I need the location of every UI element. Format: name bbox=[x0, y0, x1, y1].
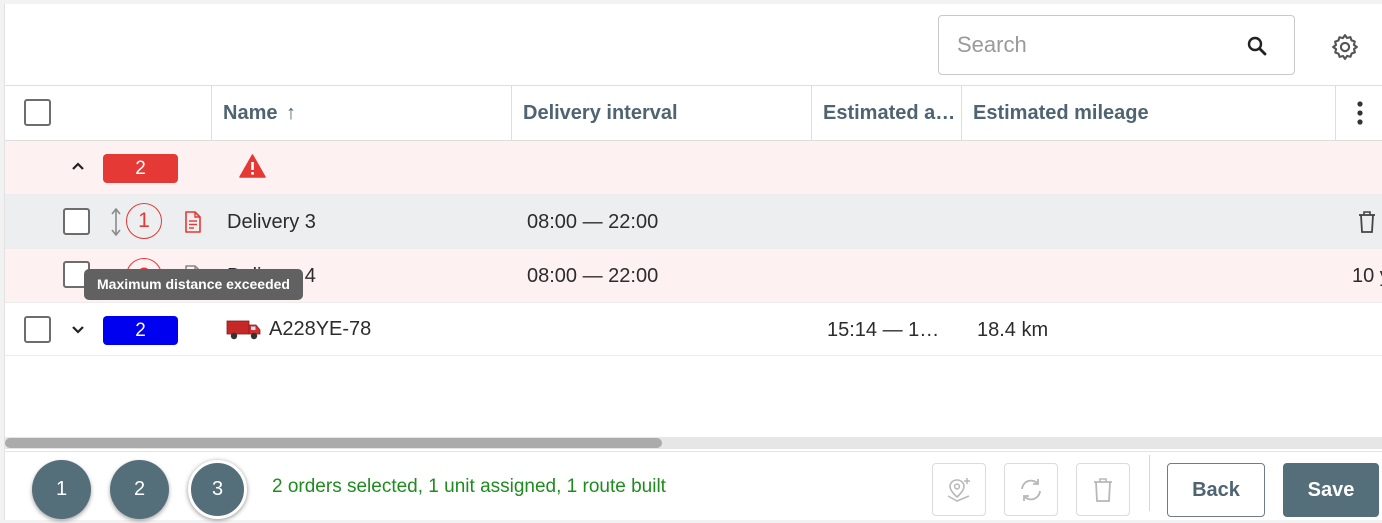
footer-bar: 1 2 3 2 orders selected, 1 unit assigned… bbox=[5, 451, 1382, 520]
group-count-badge: 2 bbox=[103, 154, 178, 183]
column-estimated-arrival-label: Estimated arrival bbox=[823, 102, 961, 124]
selection-status: 2 orders selected, 1 unit assigned, 1 ro… bbox=[272, 476, 666, 497]
back-button[interactable]: Back bbox=[1167, 463, 1265, 517]
drag-handle-icon[interactable] bbox=[110, 207, 122, 237]
delete-button[interactable] bbox=[1076, 463, 1130, 516]
row-checkbox[interactable] bbox=[24, 316, 51, 343]
chevron-down-icon[interactable] bbox=[71, 325, 85, 335]
column-delivery-interval-header[interactable]: Delivery interval bbox=[511, 86, 811, 140]
unit-estimated-arrival: 15:14 — 15:59 bbox=[827, 319, 949, 341]
more-vert-icon bbox=[1356, 101, 1363, 125]
step-1-button[interactable]: 1 bbox=[32, 460, 91, 519]
order-delivery-interval: 08:00 — 22:00 bbox=[527, 265, 659, 287]
save-button[interactable]: Save bbox=[1283, 463, 1379, 517]
column-menu-button[interactable] bbox=[1335, 86, 1382, 140]
warning-icon[interactable] bbox=[239, 154, 266, 178]
order-group-row[interactable]: 2 bbox=[5, 141, 1382, 195]
trash-icon bbox=[1094, 477, 1112, 502]
footer-divider bbox=[1149, 455, 1150, 511]
column-estimated-mileage-label: Estimated mileage bbox=[973, 102, 1149, 124]
row-checkbox[interactable] bbox=[63, 208, 90, 235]
order-delivery-interval: 08:00 — 22:00 bbox=[527, 211, 659, 233]
add-location-icon bbox=[947, 477, 970, 502]
unit-estimated-mileage: 18.4 km bbox=[977, 319, 1049, 341]
gear-icon[interactable] bbox=[1330, 32, 1360, 62]
column-name-header[interactable]: Name ↑ bbox=[211, 86, 511, 140]
document-icon[interactable] bbox=[183, 211, 203, 233]
tooltip: Maximum distance exceeded bbox=[84, 269, 303, 300]
search-input[interactable] bbox=[957, 30, 1237, 60]
refresh-icon bbox=[1021, 478, 1041, 501]
refresh-button[interactable] bbox=[1004, 463, 1058, 516]
planning-panel: Name ↑ Delivery interval Estimated arriv… bbox=[4, 4, 1382, 520]
search-box[interactable] bbox=[938, 15, 1295, 75]
unit-count-badge: 2 bbox=[103, 316, 178, 345]
column-estimated-arrival-header[interactable]: Estimated arrival bbox=[811, 86, 961, 140]
assign-location-button[interactable] bbox=[932, 463, 986, 516]
order-name: Delivery 3 bbox=[227, 211, 316, 233]
chevron-up-icon[interactable] bbox=[71, 161, 85, 171]
trash-icon[interactable] bbox=[1357, 210, 1377, 234]
table-header: Name ↑ Delivery interval Estimated arriv… bbox=[5, 85, 1382, 141]
column-delivery-interval-label: Delivery interval bbox=[523, 102, 678, 124]
unit-plate: A228YE-78 bbox=[269, 318, 372, 340]
unit-row[interactable]: 2 A228YE-78 15:14 — 15:59 18.4 km bbox=[5, 303, 1382, 356]
order-sequence-number: 1 bbox=[126, 203, 162, 239]
order-trailing-value: 10 y bbox=[1352, 265, 1382, 287]
column-estimated-mileage-header[interactable]: Estimated mileage bbox=[961, 86, 1335, 140]
search-icon[interactable] bbox=[1245, 34, 1269, 58]
horizontal-scrollbar[interactable] bbox=[5, 437, 1382, 449]
step-3-button[interactable]: 3 bbox=[188, 460, 247, 519]
truck-icon bbox=[226, 320, 261, 340]
order-row[interactable]: 1 Delivery 3 08:00 — 22:00 bbox=[5, 195, 1382, 249]
step-2-button[interactable]: 2 bbox=[110, 460, 169, 519]
scrollbar-thumb[interactable] bbox=[5, 438, 662, 448]
column-name-label: Name bbox=[223, 102, 278, 124]
sort-arrow-icon: ↑ bbox=[286, 102, 297, 124]
select-all-checkbox[interactable] bbox=[24, 99, 51, 126]
